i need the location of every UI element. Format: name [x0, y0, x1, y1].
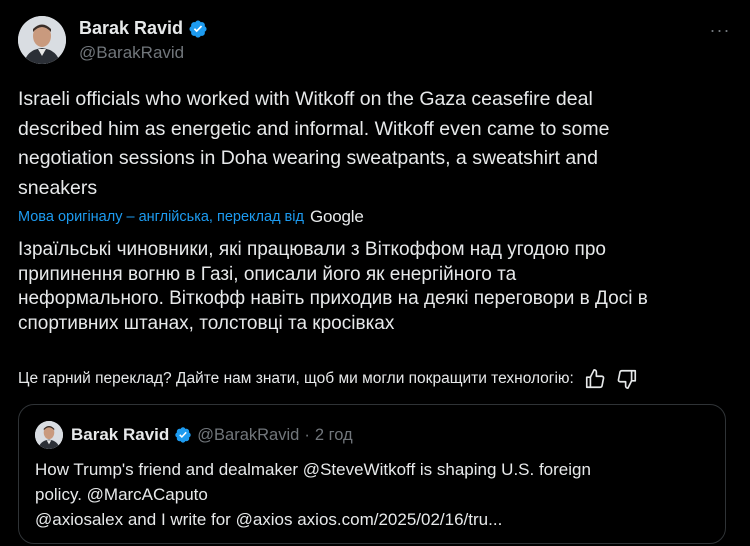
verified-badge-icon [174, 426, 192, 444]
verified-badge-icon [188, 19, 208, 39]
translation-note-text[interactable]: Мова оригіналу – англійська, переклад ві… [18, 209, 304, 225]
avatar-photo [18, 16, 66, 64]
translated-line: неформального. Віткофф навіть приходив н… [18, 288, 648, 309]
separator-dot: · [304, 425, 310, 444]
tweet-text: Israeli officials who worked with Witkof… [18, 85, 732, 203]
author-name-row: Barak Ravid [79, 18, 208, 39]
translation-feedback: Це гарний переклад? Дайте нам знати, щоб… [18, 368, 638, 390]
tweet-line: sneakers [18, 176, 98, 199]
tweet-line: described him as energetic and informal.… [18, 117, 610, 140]
author-handle[interactable]: @BarakRavid [79, 43, 184, 63]
translated-line: припинення вогню в Газі, описали його як… [18, 263, 517, 285]
author-name[interactable]: Barak Ravid [79, 18, 183, 39]
thumbs-down-icon[interactable] [616, 368, 638, 390]
quoted-author-name: Barak Ravid [71, 425, 170, 444]
quoted-author-handle: @BarakRavid [197, 425, 300, 444]
quoted-line: How Trump's friend and dealmaker @SteveW… [35, 460, 591, 479]
tweet-header: Barak Ravid @BarakRavid ··· [18, 14, 732, 66]
translated-line: спортивних штанах, толстовці та кросівка… [18, 312, 395, 334]
google-logo: Google [309, 207, 364, 226]
quoted-avatar [35, 421, 63, 449]
feedback-question: Це гарний переклад? Дайте нам знати, щоб… [18, 370, 574, 387]
quoted-line: policy. @MarcACaputo [35, 485, 208, 504]
tweet-line: Israeli officials who worked with Witkof… [18, 88, 593, 110]
quoted-timestamp: 2 год [314, 425, 353, 444]
more-icon[interactable]: ··· [708, 20, 732, 40]
quoted-tweet[interactable]: Barak Ravid @BarakRavid · 2 год How Trum… [18, 404, 726, 544]
avatar[interactable] [18, 16, 66, 64]
quoted-tweet-text: How Trump's friend and dealmaker @SteveW… [35, 457, 711, 532]
quoted-line: @axiosalex and I write for @axios axios.… [35, 510, 503, 529]
tweet-line: negotiation sessions in Doha wearing swe… [18, 147, 598, 169]
translated-text: Ізраїльські чиновники, які працювали з В… [18, 238, 732, 336]
thumbs-up-icon[interactable] [584, 368, 606, 390]
quoted-tweet-header: Barak Ravid @BarakRavid · 2 год [35, 421, 353, 449]
translation-note[interactable]: Мова оригіналу – англійська, переклад ві… [18, 207, 364, 227]
translated-line: Ізраїльські чиновники, які працювали з В… [18, 239, 606, 260]
